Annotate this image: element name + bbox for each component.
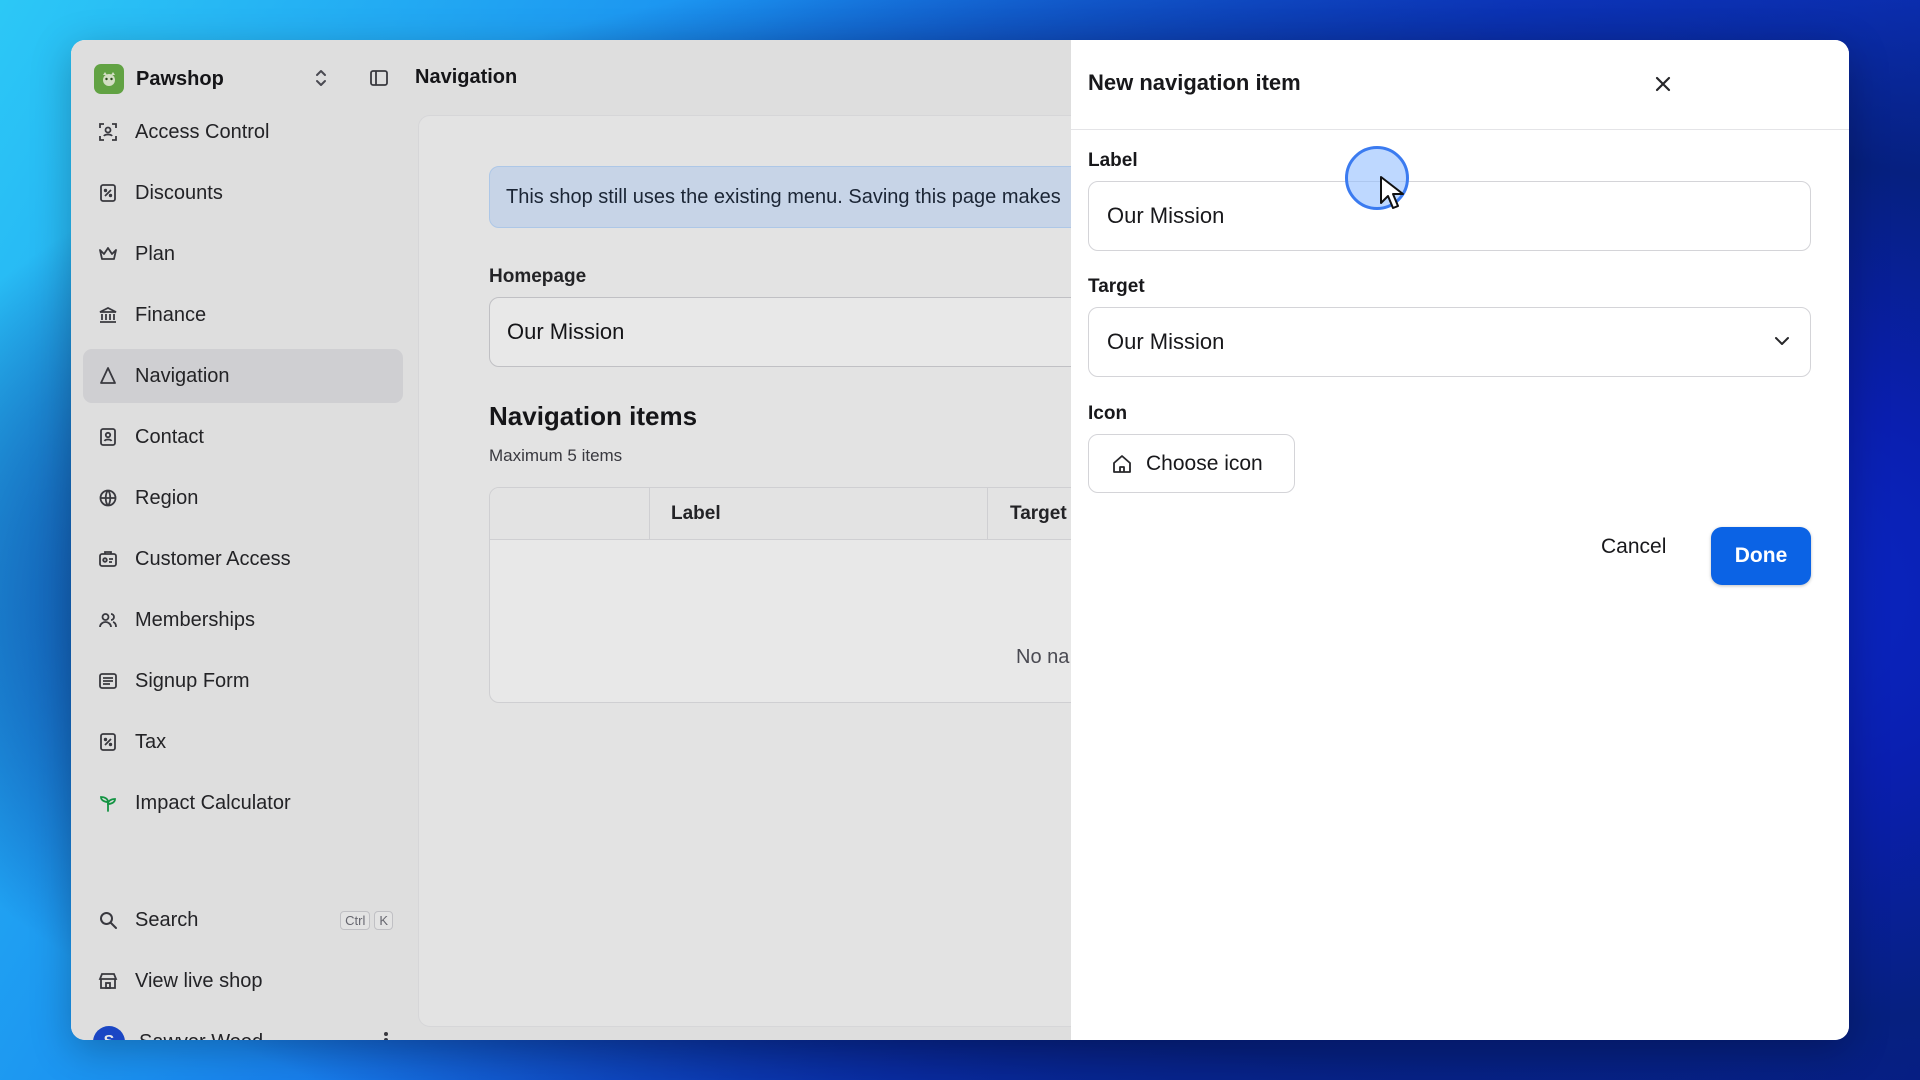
target-select-value: Our Mission (1107, 329, 1225, 354)
target-select[interactable]: Our Mission (1088, 307, 1811, 377)
home-icon (1111, 453, 1133, 475)
close-icon[interactable] (1649, 70, 1677, 98)
panel-title: New navigation item (1088, 70, 1301, 95)
icon-field-label: Icon (1088, 403, 1128, 424)
modal-backdrop[interactable] (71, 40, 1071, 1040)
new-navigation-item-panel: New navigation item Label Our Mission Ta… (1071, 40, 1849, 1040)
chevron-down-icon (1772, 331, 1792, 357)
choose-icon-button[interactable]: Choose icon (1088, 434, 1295, 493)
app-window: Pawshop Access Control Discounts Plan Fi… (71, 40, 1849, 1040)
panel-header: New navigation item (1071, 40, 1849, 130)
mouse-pointer-icon (1380, 176, 1404, 209)
label-field-label: Label (1088, 150, 1138, 171)
label-input[interactable]: Our Mission (1088, 181, 1811, 251)
target-field-label: Target (1088, 276, 1145, 297)
done-button[interactable]: Done (1711, 527, 1811, 585)
choose-icon-label: Choose icon (1146, 451, 1263, 475)
cancel-button[interactable]: Cancel (1601, 527, 1666, 567)
